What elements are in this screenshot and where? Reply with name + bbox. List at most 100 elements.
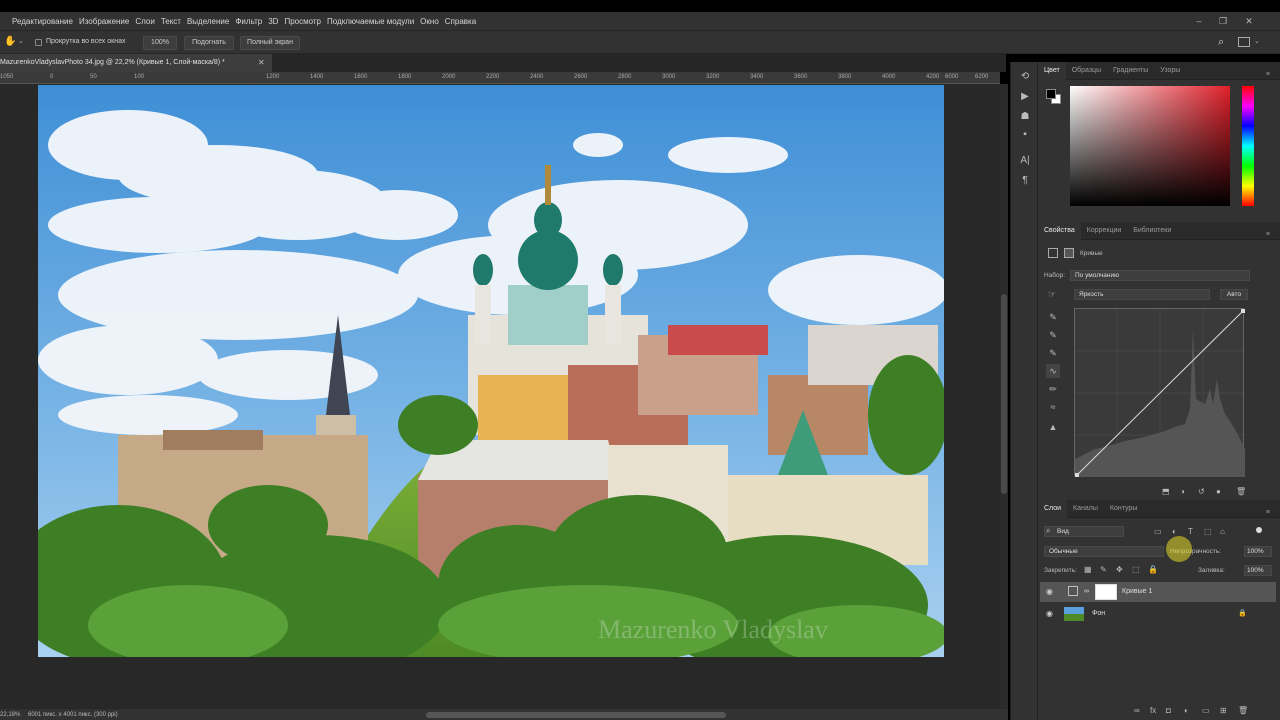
scroll-thumb[interactable] [1001,294,1007,494]
lock-pixels-icon[interactable]: ✎ [1100,565,1107,574]
filter-pixel-icon[interactable]: ▭ [1154,527,1162,536]
eyedropper-gray-icon[interactable]: ✎ [1046,328,1060,342]
tab-paths[interactable]: Контуры [1104,500,1143,518]
menu-item-text[interactable]: Текст [161,17,187,26]
eye-icon[interactable]: ◉ [1046,582,1053,602]
menu-item-3d[interactable]: 3D [268,17,284,26]
reset-icon[interactable]: ↺ [1198,487,1205,496]
layer-row-curves[interactable]: ◉ ∞ Кривые 1 [1040,582,1276,602]
clip-to-layer-icon[interactable]: ⬒ [1162,487,1170,496]
filter-shape-icon[interactable]: ⬚ [1204,527,1212,536]
lock-transparent-icon[interactable]: ▦ [1084,565,1092,574]
auto-button[interactable]: Авто [1220,289,1248,300]
fill-field[interactable]: 100% [1244,565,1272,576]
visibility-icon[interactable]: ● [1216,487,1221,496]
channel-select[interactable]: Яркость [1074,289,1210,300]
vertical-scrollbar[interactable] [1000,84,1008,708]
lock-position-icon[interactable]: ✥ [1116,565,1123,574]
tab-layers[interactable]: Слои [1038,500,1068,518]
add-mask-icon[interactable]: ◘ [1166,706,1171,715]
opacity-field[interactable]: 100% [1244,546,1272,557]
minimize-icon[interactable]: – [1190,12,1208,30]
search-icon[interactable]: ⌕ [1218,36,1224,49]
tab-libraries[interactable]: Библиотеки [1127,222,1177,240]
view-previous-icon[interactable]: ◑ [1180,487,1185,496]
panel-menu-icon[interactable]: ≡ [1260,66,1276,84]
tab-gradients[interactable]: Градиенты [1107,62,1154,80]
menu-item-select[interactable]: Выделение [187,17,235,26]
comments-icon[interactable]: ▪ [1017,128,1033,142]
filter-adjustment-icon[interactable]: ◐ [1172,527,1177,536]
menu-item-view[interactable]: Просмотр [284,17,327,26]
menu-item-filter[interactable]: Фильтр [235,17,268,26]
layer-name[interactable]: Фон [1092,604,1105,624]
clipping-warning-icon[interactable]: ▲ [1046,420,1060,434]
restore-icon[interactable]: ❐ [1214,12,1232,30]
target-adjust-icon[interactable]: ☞ [1048,289,1056,300]
lock-artboard-icon[interactable]: ⬚ [1132,565,1140,574]
tab-patterns[interactable]: Узоры [1154,62,1186,80]
pencil-icon[interactable]: ✏ [1046,382,1060,396]
mask-icon[interactable] [1064,248,1074,258]
filter-smart-icon[interactable]: ⌂ [1220,527,1225,536]
preset-select[interactable]: По умолчанию [1070,270,1250,281]
menu-item-help[interactable]: Справка [445,17,482,26]
filter-toggle[interactable] [1256,527,1262,533]
hue-slider[interactable] [1242,86,1254,206]
blend-mode-select[interactable]: Обычные [1044,546,1164,557]
fx-icon[interactable]: fx [1150,706,1156,715]
chevron-down-icon[interactable]: ⌄ [18,37,24,45]
menu-item-edit[interactable]: Редактирование [0,17,79,26]
layer-row-background[interactable]: ◉ Фон 🔒 [1040,604,1276,624]
hand-tool-icon[interactable]: ✋ [4,36,16,47]
document-tab[interactable]: MazurenkoVladyslavPhoto 34.jpg @ 22,2% (… [0,54,272,72]
panel-menu-icon[interactable]: ≡ [1260,504,1276,522]
eye-icon[interactable]: ◉ [1046,604,1053,624]
history-icon[interactable]: ⟲ [1017,70,1033,84]
tab-adjustments[interactable]: Коррекции [1081,222,1128,240]
document-image[interactable]: Mazurenko Vladyslav [38,85,944,657]
paragraph-icon[interactable]: ¶ [1017,174,1033,188]
link-layers-icon[interactable]: ∞ [1134,706,1140,715]
color-field[interactable] [1070,86,1230,206]
menu-item-layers[interactable]: Слои [135,17,160,26]
workspace-icon[interactable] [1238,37,1250,47]
new-layer-icon[interactable]: ⊞ [1220,706,1227,715]
foreground-color-swatch[interactable] [1046,89,1056,99]
layer-filter-select[interactable]: Вид [1044,526,1124,537]
layer-name[interactable]: Кривые 1 [1122,582,1152,602]
close-icon[interactable]: ✕ [1240,12,1258,30]
layer-mask-thumbnail[interactable] [1095,584,1117,600]
menu-item-plugins[interactable]: Подключаемые модули [327,17,420,26]
eyedropper-black-icon[interactable]: ✎ [1046,310,1060,324]
zoom-100-button[interactable]: 100% [143,36,177,50]
trash-icon[interactable]: 🗑 [1236,487,1246,496]
zoom-status[interactable]: 22,18% [0,709,20,720]
lock-all-icon[interactable]: 🔒 [1148,565,1158,574]
link-icon[interactable]: ∞ [1084,582,1089,602]
actions-play-icon[interactable]: ▶ [1017,90,1033,104]
tab-properties[interactable]: Свойства [1038,222,1081,240]
tab-swatches[interactable]: Образцы [1066,62,1107,80]
libraries-icon[interactable]: ☗ [1017,110,1033,124]
fit-screen-button[interactable]: Подогнать [184,36,234,50]
menu-item-window[interactable]: Окно [420,17,445,26]
curve-points-icon[interactable]: ∿ [1046,364,1060,378]
filter-type-icon[interactable]: T [1188,527,1193,536]
curves-graph[interactable] [1074,308,1246,478]
character-icon[interactable]: A| [1017,154,1033,168]
panel-menu-icon[interactable]: ≡ [1260,226,1276,244]
tab-channels[interactable]: Каналы [1067,500,1104,518]
delete-layer-icon[interactable]: 🗑 [1238,706,1248,715]
scroll-all-checkbox[interactable] [35,39,42,46]
tab-color[interactable]: Цвет [1038,62,1066,80]
horizontal-scroll-thumb[interactable] [426,712,726,718]
new-group-icon[interactable]: ▭ [1202,706,1210,715]
smooth-icon[interactable]: ≈ [1046,400,1060,414]
close-tab-icon[interactable]: ✕ [258,58,265,67]
new-adjustment-icon[interactable]: ◐ [1184,706,1189,715]
eyedropper-white-icon[interactable]: ✎ [1046,346,1060,360]
chevron-down-icon[interactable]: ⌄ [1254,37,1260,45]
fill-screen-button[interactable]: Полный экран [240,36,300,50]
menu-item-image[interactable]: Изображение [79,17,135,26]
